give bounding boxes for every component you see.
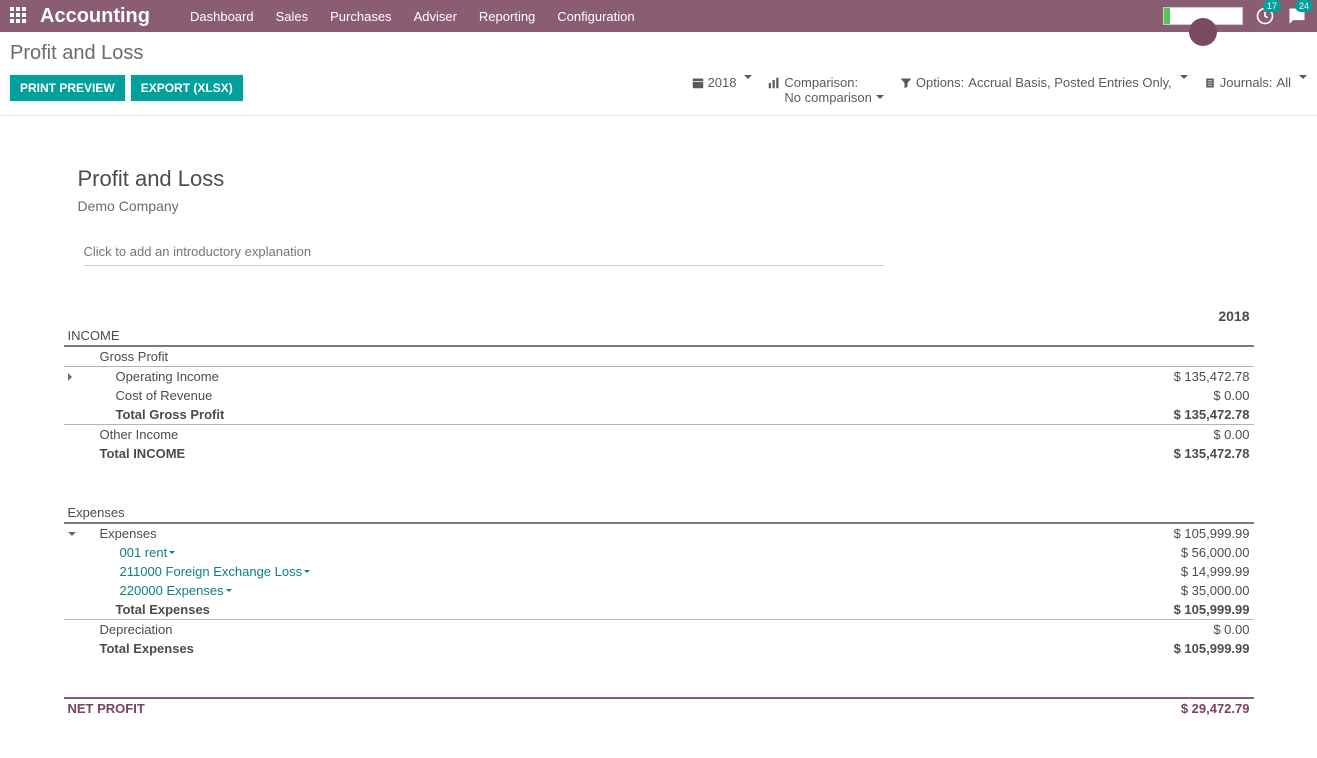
print-preview-button[interactable]: Print Preview [10, 75, 125, 101]
filter-icon [900, 77, 912, 89]
total-income-row: Total INCOME [80, 444, 945, 463]
brand-title[interactable]: Accounting [40, 5, 150, 28]
filter-journals[interactable]: Journals: All [1204, 75, 1307, 90]
report-title: Profit and Loss [78, 166, 1254, 198]
intro-explanation-input[interactable] [84, 238, 884, 265]
income-section-label: INCOME [64, 326, 1254, 346]
caret-right-icon[interactable] [68, 369, 76, 384]
depreciation-amount: $ 0.00 [944, 620, 1253, 640]
nav-reporting[interactable]: Reporting [479, 9, 535, 24]
export-xlsx-button[interactable]: Export (XLSX) [131, 75, 243, 101]
journals-value: All [1277, 75, 1291, 90]
top-nav: Dashboard Sales Purchases Adviser Report… [190, 9, 635, 24]
report-area: Profit and Loss Demo Company 2018 INCOME… [64, 136, 1254, 758]
account-211000-link[interactable]: 211000 Foreign Exchange Loss [120, 564, 311, 579]
chart-icon [768, 77, 780, 89]
calendar-icon [692, 77, 704, 89]
total-expenses-inner-row: Total Expenses [80, 600, 945, 620]
expenses-group-amount: $ 105,999.99 [944, 523, 1253, 543]
operating-income-amount: $ 135,472.78 [944, 367, 1253, 387]
messages-badge: 24 [1295, 0, 1313, 12]
journals-icon [1204, 77, 1216, 89]
apps-icon[interactable] [10, 7, 28, 25]
cost-revenue-row[interactable]: Cost of Revenue [80, 386, 945, 405]
messages-icon[interactable]: 24 [1287, 6, 1307, 26]
clock-badge: 17 [1263, 0, 1281, 12]
caret-down-icon[interactable] [68, 526, 76, 541]
nav-purchases[interactable]: Purchases [330, 9, 391, 24]
account-220000-amount: $ 35,000.00 [944, 581, 1253, 600]
report-table: 2018 INCOME Gross Profit Operating Incom… [64, 306, 1254, 718]
account-001-rent-link[interactable]: 001 rent [120, 545, 176, 560]
gross-profit-row[interactable]: Gross Profit [80, 346, 945, 367]
expenses-section-label: Expenses [64, 503, 1254, 523]
total-gross-profit-amount: $ 135,472.78 [944, 405, 1253, 425]
comparison-label: Comparison: [784, 75, 858, 90]
net-profit-label: NET PROFIT [64, 698, 945, 718]
total-expenses-row: Total Expenses [80, 639, 945, 658]
account-211000-amount: $ 14,999.99 [944, 562, 1253, 581]
breadcrumb-title: Profit and Loss [10, 42, 1307, 65]
account-001-amount: $ 56,000.00 [944, 543, 1253, 562]
nav-configuration[interactable]: Configuration [557, 9, 634, 24]
nav-adviser[interactable]: Adviser [414, 9, 457, 24]
operating-income-row[interactable]: Operating Income [80, 367, 945, 387]
year-column-header: 2018 [944, 306, 1253, 326]
nav-dashboard[interactable]: Dashboard [190, 9, 254, 24]
filter-options[interactable]: Options: Accrual Basis, Posted Entries O… [900, 75, 1188, 90]
filter-comparison[interactable]: Comparison: No comparison [768, 75, 883, 105]
topbar-right: 17 24 [1163, 6, 1307, 26]
net-profit-amount: $ 29,472.79 [944, 698, 1253, 718]
topbar: Accounting Dashboard Sales Purchases Adv… [0, 0, 1317, 32]
account-220000-link[interactable]: 220000 Expenses [120, 583, 232, 598]
filter-date-value: 2018 [708, 75, 737, 90]
journals-label: Journals: [1220, 75, 1273, 90]
cost-revenue-amount: $ 0.00 [944, 386, 1253, 405]
clock-icon[interactable]: 17 [1255, 6, 1275, 26]
expenses-group-row[interactable]: Expenses [80, 523, 945, 543]
control-panel: Profit and Loss Print Preview Export (XL… [0, 32, 1317, 116]
total-income-amount: $ 135,472.78 [944, 444, 1253, 463]
depreciation-row[interactable]: Depreciation [80, 620, 945, 640]
nav-sales[interactable]: Sales [276, 9, 309, 24]
other-income-row[interactable]: Other Income [80, 425, 945, 445]
total-gross-profit-row: Total Gross Profit [80, 405, 945, 425]
filters-bar: 2018 Comparison: No comparison Options: … [692, 75, 1308, 105]
total-expenses-amount: $ 105,999.99 [944, 639, 1253, 658]
comparison-value: No comparison [784, 90, 883, 105]
total-expenses-inner-amount: $ 105,999.99 [944, 600, 1253, 620]
filter-date[interactable]: 2018 [692, 75, 753, 90]
report-company: Demo Company [78, 198, 1254, 214]
options-value: Accrual Basis, Posted Entries Only, [968, 75, 1172, 90]
options-label: Options: [916, 75, 964, 90]
avatar-icon[interactable] [1189, 18, 1217, 46]
other-income-amount: $ 0.00 [944, 425, 1253, 445]
